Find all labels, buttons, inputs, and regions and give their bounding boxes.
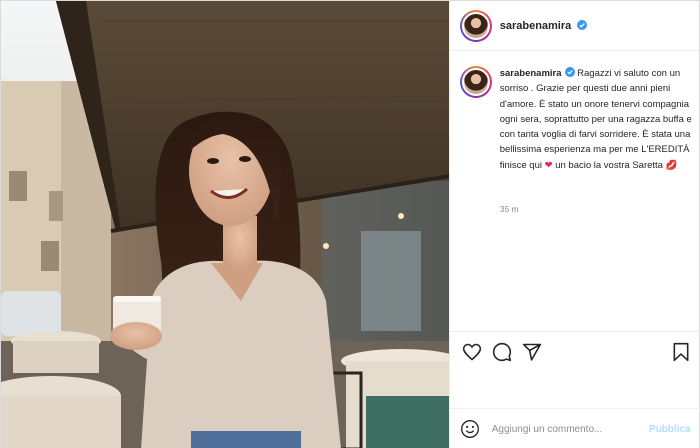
heart-outline-icon[interactable] [462,342,482,362]
caption-text: Ragazzi vi saluto con un sorriso . Grazi… [499,68,692,171]
action-bar [449,331,700,371]
paper-plane-icon[interactable] [522,342,542,362]
verified-badge-icon [577,19,588,30]
avatar[interactable] [459,9,492,42]
header-username[interactable]: sarabenamira [500,19,588,32]
caption-avatar[interactable] [459,66,492,98]
comment-bar: Pubblica [449,408,700,448]
photo-illustration [1,1,449,448]
comment-bubble-icon[interactable] [492,342,512,362]
header-username-text[interactable]: sarabenamira [500,20,572,32]
caption-body: sarabenamira Ragazzi vi saluto con un so… [500,66,694,173]
publish-button[interactable]: Pubblica [649,424,691,435]
smiley-icon[interactable] [460,419,480,439]
bookmark-icon[interactable] [671,342,691,362]
comment-input[interactable] [491,423,650,435]
post-timestamp[interactable]: 35 m [500,204,519,214]
verified-badge-icon [564,67,575,77]
caption-tail: un bacio la vostra Saretta [555,159,663,171]
post-photo[interactable] [1,1,449,448]
caption-username[interactable]: sarabenamira [500,68,562,79]
post-header: sarabenamira [449,1,699,51]
kiss-emoji: 💋 [665,159,678,171]
post-side-panel: sarabenamira sarabenamira Ragazzi vi sal… [448,1,700,448]
caption-block: sarabenamira Ragazzi vi saluto con un so… [459,66,694,173]
heart-emoji: ❤ [544,159,553,171]
instagram-post: sarabenamira sarabenamira Ragazzi vi sal… [0,0,700,448]
